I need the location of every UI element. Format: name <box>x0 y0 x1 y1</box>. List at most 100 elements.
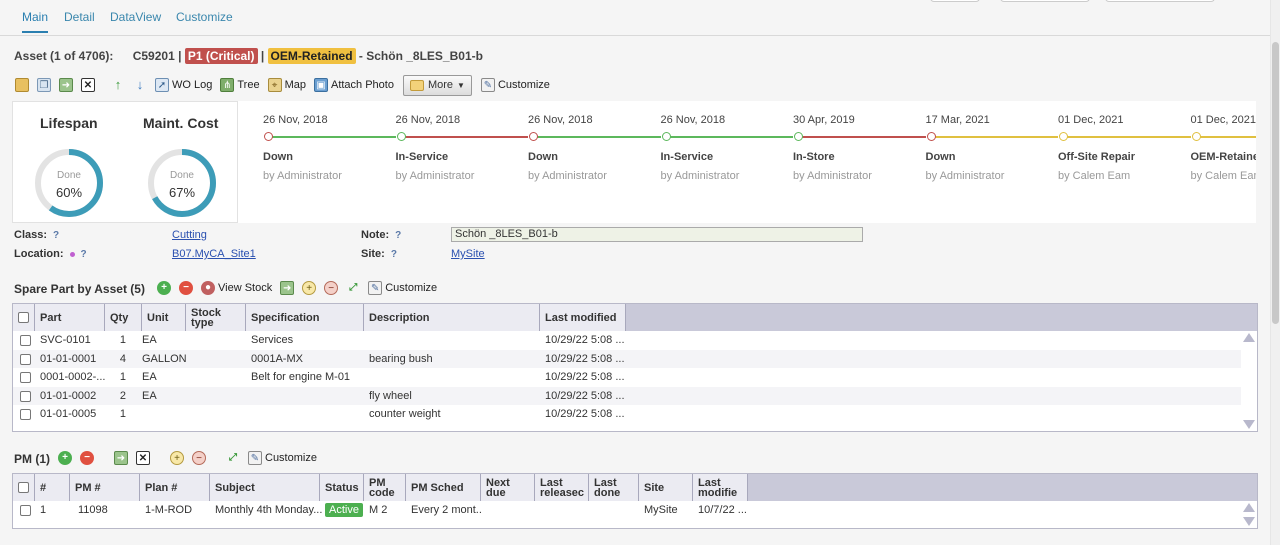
new-button[interactable] <box>12 75 32 95</box>
tree-button[interactable]: ⋔ Tree <box>217 75 262 95</box>
move-button[interactable]: ➜ <box>56 75 76 95</box>
zoom-in-icon: + <box>302 281 317 295</box>
top-button-2[interactable] <box>1000 0 1090 2</box>
pm-customize-button[interactable]: ✎ Customize <box>245 448 320 468</box>
column-header-part[interactable]: Part <box>35 304 105 331</box>
column-header-qty[interactable]: Qty <box>105 304 142 331</box>
grid-scrollbar[interactable] <box>1241 501 1257 528</box>
column-header-num[interactable]: # <box>35 474 70 501</box>
column-header-status[interactable]: Status <box>320 474 364 501</box>
map-button[interactable]: ⌖ Map <box>265 75 309 95</box>
note-field[interactable]: Schön _8LES_B01-b <box>451 227 863 242</box>
customize-icon: ✎ <box>248 451 262 465</box>
previous-button[interactable]: ↑ <box>108 75 128 95</box>
tab-customize[interactable]: Customize <box>176 10 233 24</box>
cell-stock-type <box>186 331 246 350</box>
class-link[interactable]: Cutting <box>172 229 207 241</box>
row-checkbox[interactable] <box>20 335 31 346</box>
column-header-stock-type[interactable]: Stock type <box>186 304 246 331</box>
caret-down-icon: ▼ <box>457 80 465 90</box>
expand-button[interactable]: ⤢ <box>343 278 363 298</box>
pm-delete-button[interactable]: ✕ <box>133 448 153 468</box>
view-stock-button[interactable]: ● View Stock <box>198 278 275 298</box>
lifespan-label: Lifespan <box>40 115 98 131</box>
help-icon[interactable]: ? <box>81 249 87 260</box>
row-checkbox[interactable] <box>20 353 31 365</box>
column-header-last-modified[interactable]: Last modifie <box>693 474 748 501</box>
table-row[interactable]: 01-01-0002 2 EA fly wheel 10/29/22 5:08 ... <box>13 386 1243 405</box>
row-checkbox[interactable] <box>20 409 31 420</box>
title-separator: | <box>178 49 182 63</box>
table-row[interactable]: 0001-0002-... 1 EA Belt for engine M-01 10/2… <box>13 368 1243 387</box>
column-header-plan-no[interactable]: Plan # <box>140 474 210 501</box>
cell-description <box>364 331 540 350</box>
column-header-subject[interactable]: Subject <box>210 474 320 501</box>
scroll-down-icon[interactable] <box>1243 420 1255 429</box>
stock-icon: ● <box>201 281 215 295</box>
tab-detail[interactable]: Detail <box>64 10 95 24</box>
row-checkbox[interactable] <box>20 372 31 383</box>
spare-customize-button[interactable]: ✎ Customize <box>365 278 440 298</box>
help-icon[interactable]: ? <box>53 230 59 241</box>
column-header-specification[interactable]: Specification <box>246 304 364 331</box>
remove-pm-button[interactable]: − <box>77 448 97 468</box>
tab-dataview[interactable]: DataView <box>110 10 161 24</box>
timeline-date: 26 Nov, 2018 <box>528 114 593 126</box>
export-button[interactable]: ➜ <box>277 278 297 298</box>
pm-expand-button[interactable]: ⤢ <box>223 448 243 468</box>
add-pm-button[interactable]: + <box>55 448 75 468</box>
attach-photo-button[interactable]: ▣ Attach Photo <box>311 75 397 95</box>
timeline-connector <box>934 136 1058 138</box>
add-icon: + <box>58 451 72 465</box>
column-header-pm-no[interactable]: PM # <box>70 474 140 501</box>
page-scrollbar[interactable] <box>1270 0 1280 545</box>
table-row[interactable]: 01-01-0005 1 counter weight 10/29/22 5:08 .… <box>13 405 1243 424</box>
remove-spare-button[interactable]: − <box>176 278 196 298</box>
wo-log-button[interactable]: ➚ WO Log <box>152 75 215 95</box>
pm-zoom-out-button[interactable]: − <box>189 448 209 468</box>
cell-last-modified: 10/29/22 5:08 ... <box>545 408 625 420</box>
cell-last-modified: 10/7/22 ... <box>698 504 747 516</box>
scroll-down-icon[interactable] <box>1243 517 1255 526</box>
timeline-status: Down <box>528 151 558 163</box>
add-spare-button[interactable]: + <box>154 278 174 298</box>
delete-button[interactable]: ✕ <box>78 75 98 95</box>
scroll-up-icon[interactable] <box>1243 503 1255 512</box>
row-checkbox[interactable] <box>20 390 31 402</box>
location-link[interactable]: B07.MyCA_Site1 <box>172 248 256 260</box>
help-icon[interactable]: ? <box>391 249 397 260</box>
tab-main[interactable]: Main <box>22 10 49 33</box>
scroll-up-icon[interactable] <box>1243 333 1255 342</box>
table-row[interactable]: 1 11098 1-M-ROD Monthly 4th Monday... Active… <box>13 501 1243 520</box>
column-header-pm-sched[interactable]: PM Sched <box>406 474 481 501</box>
more-dropdown-button[interactable]: More ▼ <box>402 74 472 96</box>
help-icon[interactable]: ? <box>395 230 401 241</box>
table-row[interactable]: SVC-0101 1 EA Services 10/29/22 5:08 ... <box>13 331 1243 350</box>
column-header-next-due[interactable]: Next due <box>481 474 535 501</box>
top-button-3[interactable] <box>1105 0 1215 2</box>
column-header-description[interactable]: Description <box>364 304 540 331</box>
zoom-out-button[interactable]: − <box>321 278 341 298</box>
column-header-site[interactable]: Site <box>639 474 693 501</box>
grid-header: # PM # Plan # Subject Status PM code PM … <box>13 474 1257 501</box>
column-header-last-modified[interactable]: Last modified <box>540 304 626 331</box>
pm-move-button[interactable]: ➜ <box>111 448 131 468</box>
customize-button[interactable]: ✎ Customize <box>478 75 553 95</box>
pm-zoom-in-button[interactable]: + <box>167 448 187 468</box>
select-all-checkbox[interactable] <box>18 482 29 493</box>
next-button[interactable]: ↓ <box>130 75 150 95</box>
copy-button[interactable]: ❐ <box>34 75 54 95</box>
page-scrollbar-thumb[interactable] <box>1272 42 1279 324</box>
column-header-last-released[interactable]: Last releasec <box>535 474 589 501</box>
column-header-pm-code[interactable]: PM code <box>364 474 406 501</box>
grid-scrollbar[interactable] <box>1241 331 1257 431</box>
zoom-in-button[interactable]: + <box>299 278 319 298</box>
row-checkbox[interactable] <box>20 505 31 516</box>
column-header-last-done[interactable]: Last done <box>589 474 639 501</box>
table-row[interactable]: 01-01-0001 4 GALLON 0001A-MX bearing bush 10/… <box>13 349 1243 368</box>
timeline-dot <box>396 132 406 141</box>
top-button-1[interactable] <box>930 0 980 2</box>
column-header-unit[interactable]: Unit <box>142 304 186 331</box>
select-all-checkbox[interactable] <box>18 312 29 323</box>
site-link[interactable]: MySite <box>451 248 485 260</box>
